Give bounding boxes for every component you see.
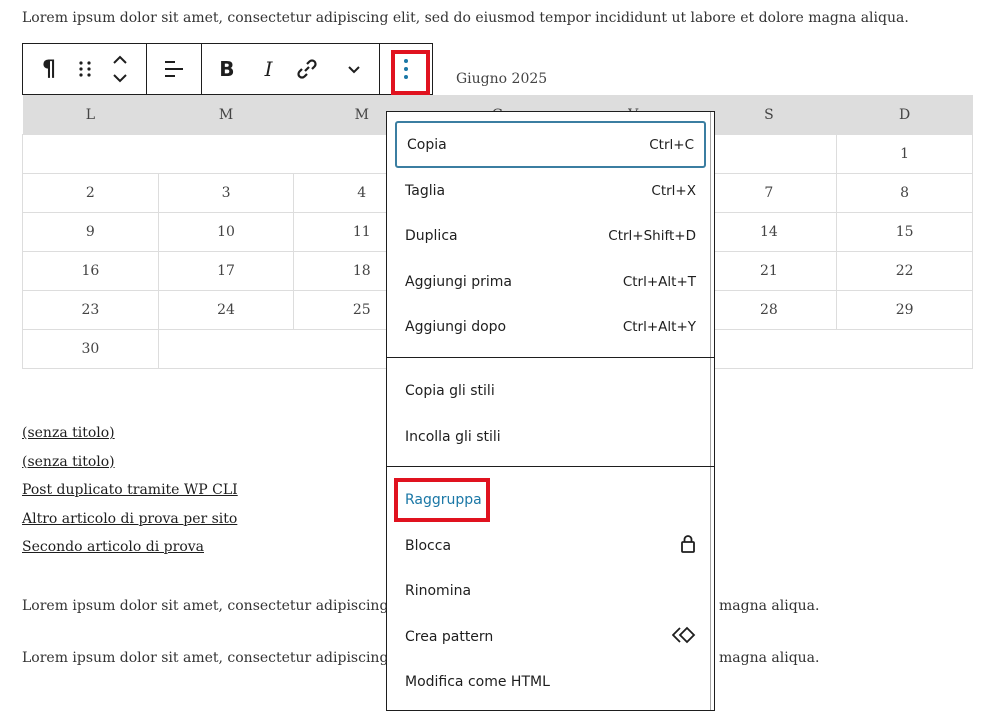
weekday-header: L [22, 95, 159, 135]
calendar-day: 15 [836, 212, 973, 252]
menu-item-duplicate[interactable]: Duplica Ctrl+Shift+D [395, 213, 706, 258]
block-options-menu: Copia Ctrl+C Taglia Ctrl+X Duplica Ctrl+… [386, 111, 715, 711]
chevron-down-icon[interactable] [329, 44, 379, 94]
post-link[interactable]: Altro articolo di prova per sito [22, 509, 238, 538]
calendar-day: 7 [700, 173, 838, 213]
toolbar-group-format: B I [202, 44, 380, 94]
menu-divider [387, 466, 714, 467]
menu-item-shortcut: Ctrl+X [651, 182, 696, 199]
calendar-day: 16 [22, 251, 159, 291]
menu-divider [387, 357, 714, 358]
menu-item-cut[interactable]: Taglia Ctrl+X [395, 168, 706, 213]
paragraph-text-tail: magna aliqua. [719, 598, 820, 614]
paragraph-icon[interactable]: ¶ [23, 44, 75, 94]
toolbar-group-block: ¶ [23, 44, 147, 94]
menu-item-label: Aggiungi prima [405, 273, 512, 290]
calendar-day: 17 [157, 251, 295, 291]
paragraph-text: Lorem ipsum dolor sit amet, consectetur … [22, 650, 432, 666]
menu-item-shortcut: Ctrl+C [649, 136, 694, 153]
toolbar-group-align [147, 44, 202, 94]
menu-item-label: Aggiungi dopo [405, 318, 507, 335]
calendar-day: 1 [836, 134, 973, 174]
italic-icon[interactable]: I [252, 44, 286, 94]
weekday-header: S [701, 95, 837, 135]
move-up-down-icon[interactable] [95, 44, 145, 94]
weekday-header: D [836, 95, 973, 135]
calendar-day: 23 [22, 290, 159, 330]
menu-item-paste-styles[interactable]: Incolla gli stili [395, 414, 706, 459]
calendar-day: 28 [700, 290, 838, 330]
menu-item-label: Copia gli stili [405, 382, 495, 399]
paragraph-bottom-1: Lorem ipsum dolor sit amet, consectetur … [22, 598, 819, 614]
calendar-day: 3 [157, 173, 295, 213]
bold-icon[interactable]: B [202, 44, 252, 94]
calendar-day: 30 [22, 329, 159, 369]
paragraph-bottom-2: Lorem ipsum dolor sit amet, consectetur … [22, 650, 819, 666]
calendar-day: 22 [836, 251, 973, 291]
post-link[interactable]: (senza titolo) [22, 452, 238, 481]
post-links-list: (senza titolo) (senza titolo) Post dupli… [22, 423, 238, 566]
lock-icon [680, 534, 696, 558]
menu-item-label: Duplica [405, 227, 458, 244]
menu-item-label: Rinomina [405, 582, 472, 599]
post-link[interactable]: Post duplicato tramite WP CLI [22, 480, 238, 509]
menu-item-label: Taglia [405, 182, 446, 199]
menu-item-shortcut: Ctrl+Shift+D [608, 227, 696, 244]
menu-item-label: Raggruppa [405, 491, 482, 508]
menu-item-edit-html[interactable]: Modifica come HTML [395, 659, 706, 704]
align-icon[interactable] [147, 44, 201, 94]
calendar-day: 21 [700, 251, 838, 291]
calendar-day: 2 [22, 173, 159, 213]
menu-item-group[interactable]: Raggruppa [395, 477, 706, 522]
post-link[interactable]: Secondo articolo di prova [22, 537, 238, 566]
menu-item-lock[interactable]: Blocca [395, 523, 706, 568]
weekday-header: M [158, 95, 294, 135]
menu-item-insert-after[interactable]: Aggiungi dopo Ctrl+Alt+Y [395, 304, 706, 349]
paragraph-text: Lorem ipsum dolor sit amet, consectetur … [22, 598, 432, 614]
toolbar-group-options [380, 44, 432, 94]
menu-item-label: Blocca [405, 537, 452, 554]
pattern-icon [671, 626, 696, 648]
calendar-day: 29 [836, 290, 973, 330]
calendar-day: 8 [836, 173, 973, 213]
calendar-day: 14 [700, 212, 838, 252]
more-options-icon[interactable] [380, 44, 432, 94]
menu-item-label: Modifica come HTML [405, 673, 550, 690]
menu-item-shortcut: Ctrl+Alt+Y [622, 318, 696, 335]
calendar-day: 10 [157, 212, 295, 252]
menu-item-label: Crea pattern [405, 628, 494, 645]
drag-handle-icon[interactable] [75, 44, 95, 94]
menu-item-create-pattern[interactable]: Crea pattern [395, 614, 706, 659]
calendar-day: 24 [157, 290, 295, 330]
menu-item-label: Incolla gli stili [405, 428, 501, 445]
menu-item-insert-before[interactable]: Aggiungi prima Ctrl+Alt+T [395, 259, 706, 304]
post-link[interactable]: (senza titolo) [22, 423, 238, 452]
link-icon[interactable] [286, 44, 330, 94]
calendar-caption: Giugno 2025 [456, 71, 548, 87]
paragraph-top: Lorem ipsum dolor sit amet, consectetur … [22, 10, 909, 26]
menu-item-shortcut: Ctrl+Alt+T [622, 273, 696, 290]
menu-item-rename[interactable]: Rinomina [395, 568, 706, 613]
menu-item-label: Copia [407, 136, 447, 153]
block-toolbar: ¶ B I [22, 43, 433, 95]
calendar-day: 9 [22, 212, 159, 252]
paragraph-text-tail: magna aliqua. [719, 650, 820, 666]
menu-item-copy-styles[interactable]: Copia gli stili [395, 368, 706, 413]
menu-scrollbar[interactable] [710, 112, 711, 710]
menu-item-copy[interactable]: Copia Ctrl+C [395, 121, 706, 168]
